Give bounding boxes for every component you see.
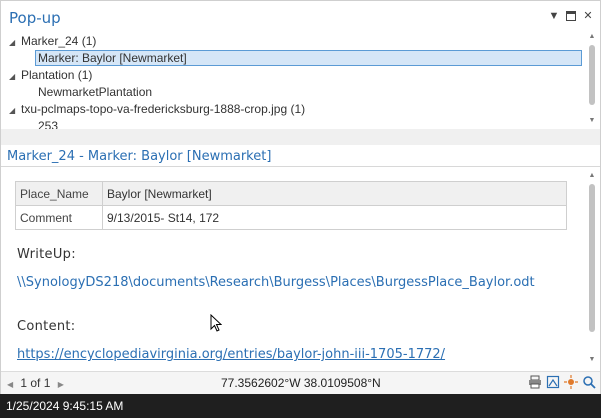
previous-record-icon[interactable]: ◀: [7, 380, 17, 389]
detail-header: Marker_24 - Marker: Baylor [Newmarket]: [1, 145, 600, 167]
table-row: Place_Name Baylor [Newmarket]: [15, 181, 567, 206]
popup-pane: Pop-up ▼ ✕ ◢ Marker_24 (1) Marker: Baylor…: [0, 0, 601, 394]
search-icon[interactable]: [582, 375, 596, 389]
tree-item-newmarket-plantation[interactable]: NewmarketPlantation: [38, 84, 152, 100]
scroll-thumb[interactable]: [589, 184, 595, 332]
maximize-icon[interactable]: [566, 11, 576, 21]
pane-splitter[interactable]: [1, 129, 600, 145]
content-link[interactable]: https://encyclopediavirginia.org/entries…: [17, 347, 445, 362]
status-tools: [528, 375, 596, 389]
flash-icon[interactable]: [564, 375, 578, 389]
caret-expanded-icon[interactable]: ◢: [9, 103, 21, 119]
tree-item-marker-baylor[interactable]: Marker: Baylor [Newmarket]: [35, 50, 582, 66]
scroll-up-icon[interactable]: ▲: [586, 170, 598, 182]
caret-expanded-icon[interactable]: ◢: [9, 69, 21, 85]
record-count: 1 of 1: [20, 376, 51, 390]
tree-item-label: txu-pclmaps-topo-va-fredericksburg-1888-…: [21, 102, 306, 116]
attribute-name: Comment: [15, 205, 103, 230]
mouse-cursor-icon: [210, 314, 222, 332]
tree-item-label: Marker_24 (1): [21, 34, 97, 48]
print-icon[interactable]: [528, 375, 542, 389]
next-record-icon[interactable]: ▶: [58, 380, 68, 389]
feature-tree: ◢ Marker_24 (1) Marker: Baylor [Newmarket…: [1, 31, 600, 129]
tree-item-label: Plantation (1): [21, 68, 93, 82]
status-bar: ◀ 1 of 1 ▶ 77.3562602°W 38.0109508°N: [1, 371, 600, 394]
scroll-thumb[interactable]: [589, 45, 595, 105]
attribute-name: Place_Name: [15, 181, 103, 206]
chevron-down-icon[interactable]: ▼: [548, 10, 560, 22]
attribute-value: 9/13/2015- St14, 172: [102, 205, 567, 230]
record-navigator: ◀ 1 of 1 ▶: [7, 376, 68, 390]
zoom-to-icon[interactable]: [546, 375, 560, 389]
scroll-down-icon[interactable]: ▼: [586, 354, 598, 366]
content-label: Content:: [17, 319, 76, 334]
writeup-label: WriteUp:: [17, 247, 76, 262]
tree-item-253[interactable]: 253: [38, 118, 58, 129]
taskbar: 1/25/2024 9:45:15 AM: [0, 394, 601, 418]
tree-scrollbar[interactable]: ▲ ▼: [586, 31, 598, 129]
title-bar: Pop-up ▼ ✕: [1, 1, 600, 31]
detail-title: Marker_24 - Marker: Baylor [Newmarket]: [7, 149, 272, 164]
caret-expanded-icon[interactable]: ◢: [9, 35, 21, 51]
tree-item-label: NewmarketPlantation: [38, 85, 153, 99]
scroll-down-icon[interactable]: ▼: [586, 115, 598, 127]
tree-item-topo-image[interactable]: ◢ txu-pclmaps-topo-va-fredericksburg-1888…: [9, 101, 305, 117]
detail-scrollbar[interactable]: ▲ ▼: [586, 170, 598, 370]
window-controls: ▼ ✕: [548, 10, 594, 22]
tree-item-label: 253: [38, 119, 59, 129]
tree-item-plantation[interactable]: ◢ Plantation (1): [9, 67, 92, 83]
table-row: Comment 9/13/2015- St14, 172: [15, 205, 567, 230]
pane-title: Pop-up: [9, 9, 61, 27]
scroll-up-icon[interactable]: ▲: [586, 31, 598, 43]
attribute-value: Baylor [Newmarket]: [102, 181, 567, 206]
taskbar-clock: 1/25/2024 9:45:15 AM: [6, 399, 124, 413]
tree-item-marker-24[interactable]: ◢ Marker_24 (1): [9, 33, 96, 49]
attribute-table: Place_Name Baylor [Newmarket] Comment 9/…: [15, 181, 567, 230]
writeup-link[interactable]: \\SynologyDS218\documents\Research\Burge…: [17, 275, 535, 290]
tree-item-label: Marker: Baylor [Newmarket]: [38, 51, 187, 65]
detail-panel: Place_Name Baylor [Newmarket] Comment 9/…: [1, 168, 600, 371]
close-icon[interactable]: ✕: [582, 10, 594, 22]
coordinates-readout: 77.3562602°W 38.0109508°N: [221, 376, 381, 390]
